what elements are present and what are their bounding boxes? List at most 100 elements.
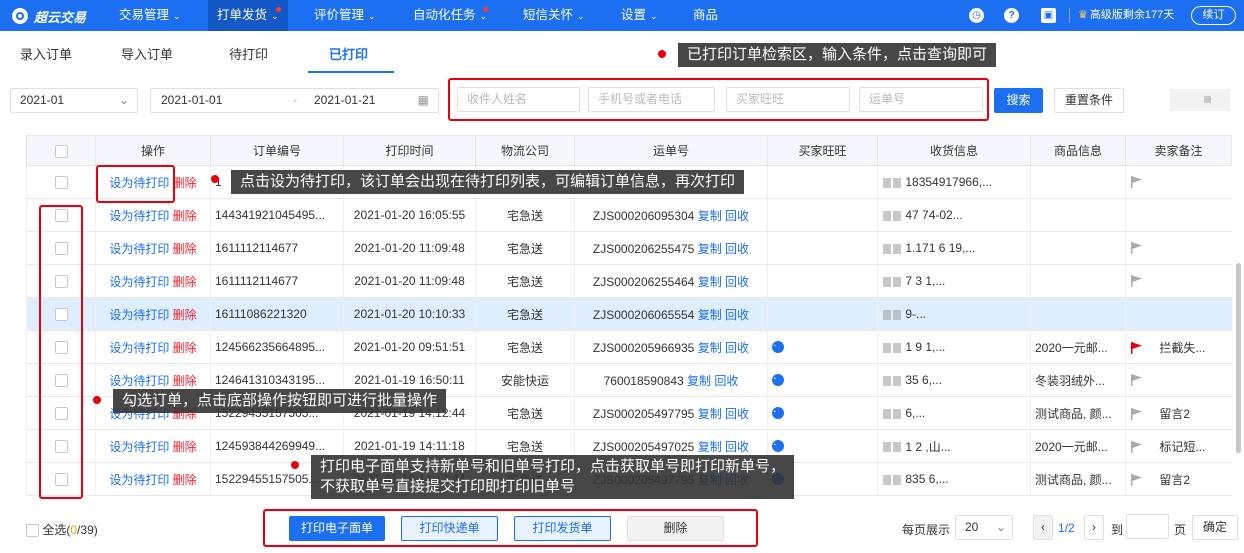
blurred-text	[883, 474, 891, 485]
recycle-link[interactable]: 回收	[725, 242, 749, 256]
wangwang-icon[interactable]: ◔	[772, 341, 784, 354]
seller-remark: 留言2	[1159, 472, 1191, 487]
tracking-number: ZJS000205966935	[592, 340, 695, 355]
copy-link[interactable]: 复制	[698, 242, 722, 256]
nav-item-label: 交易管理	[119, 8, 170, 22]
nav-item-settings[interactable]: 设置 ⌄	[621, 0, 658, 31]
delete-link[interactable]: 删除	[173, 275, 197, 289]
nav-item-goods[interactable]: 商品	[693, 0, 718, 31]
flag-icon[interactable]	[1130, 373, 1144, 387]
grid-icon[interactable]: ▣	[1041, 8, 1056, 23]
select-all-checkbox[interactable]	[54, 144, 68, 158]
set-pending-link[interactable]: 设为待打印	[109, 209, 169, 223]
set-pending-link[interactable]: 设为待打印	[109, 473, 169, 487]
table-row[interactable]: 设为待打印 删除 144341921045495... 2021-01-20 16:…	[26, 198, 1232, 232]
tab-pending-print[interactable]: 待打印	[229, 44, 268, 63]
row-checkbox[interactable]	[54, 176, 68, 190]
set-pending-link[interactable]: 设为待打印	[109, 341, 169, 355]
recycle-link[interactable]: 回收	[725, 407, 749, 421]
seller-remark: 留言2	[1159, 406, 1191, 421]
table-scrollbar[interactable]	[1236, 263, 1241, 453]
date-separator: -	[293, 93, 297, 107]
copy-link[interactable]: 复制	[698, 209, 722, 223]
date-range-picker[interactable]: 2021-01-01 - 2021-01-21 ▦	[150, 88, 439, 113]
copy-link[interactable]: 复制	[698, 440, 722, 454]
version-badge: ♛ 高级版剩余177天	[1078, 0, 1174, 31]
reset-button[interactable]: 重置条件	[1054, 88, 1124, 113]
copy-link[interactable]: 复制	[698, 275, 722, 289]
footer-select-all-checkbox[interactable]	[26, 524, 39, 538]
flag-icon[interactable]	[1130, 241, 1144, 255]
flag-icon[interactable]	[1130, 473, 1144, 487]
copy-link[interactable]: 复制	[698, 407, 722, 421]
table-row[interactable]: 设为待打印 删除 124566235664895... 2021-01-20 09:…	[26, 330, 1232, 364]
tracking-number: ZJS000205497025	[592, 439, 695, 454]
table-row[interactable]: 设为待打印 删除 1611112114677 2021-01-20 11:09:48…	[26, 264, 1232, 298]
flag-icon[interactable]	[1130, 440, 1144, 454]
buyer-wangwang: you18354917966	[788, 340, 878, 355]
delete-link[interactable]: 删除	[173, 308, 197, 322]
blurred-text	[893, 474, 901, 485]
next-page-button[interactable]: ›	[1084, 515, 1104, 540]
nav-item-sms[interactable]: 短信关怀 ⌄	[523, 0, 585, 31]
copy-link[interactable]: 复制	[687, 374, 711, 388]
delete-link[interactable]: 删除	[173, 176, 197, 190]
search-button[interactable]: 搜索	[994, 88, 1043, 113]
order-tabs: 录入订单 导入订单 待打印 已打印	[0, 31, 1244, 73]
flag-icon[interactable]	[1130, 274, 1144, 288]
tab-printed[interactable]: 已打印	[329, 44, 368, 63]
delete-link[interactable]: 删除	[173, 209, 197, 223]
nav-item-trade[interactable]: 交易管理 ⌄	[119, 0, 181, 31]
col-header-actions: 操作	[95, 135, 211, 166]
recycle-link[interactable]: 回收	[725, 341, 749, 355]
month-select[interactable]: 2021-01 ⌄	[10, 88, 138, 113]
recycle-link[interactable]: 回收	[725, 209, 749, 223]
help-icon[interactable]: ?	[1004, 8, 1019, 23]
goods-info: 冬装羽绒外...	[1030, 363, 1126, 397]
address-text: 835 6,...	[905, 472, 949, 486]
goto-confirm-button[interactable]: 确定	[1192, 515, 1238, 540]
nav-item-automation[interactable]: 自动化任务 ⌄	[413, 0, 487, 31]
seller-remark-cell: 标记短...	[1125, 429, 1232, 463]
wangwang-icon[interactable]: ◔	[772, 407, 784, 420]
table-row[interactable]: 设为待打印 删除 1611112114677 2021-01-20 11:09:48…	[26, 231, 1232, 265]
set-pending-link[interactable]: 设为待打印	[109, 275, 169, 289]
set-pending-link[interactable]: 设为待打印	[109, 440, 169, 454]
tracking-number: ZJS000206095304	[592, 208, 695, 223]
tab-import-order[interactable]: 导入订单	[121, 44, 173, 63]
copy-link[interactable]: 复制	[698, 308, 722, 322]
copy-link[interactable]: 复制	[698, 341, 722, 355]
flag-icon[interactable]	[1130, 341, 1144, 355]
recycle-link[interactable]: 回收	[725, 275, 749, 289]
goto-page-input[interactable]	[1126, 514, 1169, 539]
recycle-link[interactable]: 回收	[725, 440, 749, 454]
nav-item-review[interactable]: 评价管理 ⌄	[314, 0, 376, 31]
delete-link[interactable]: 删除	[173, 242, 197, 256]
seller-remark-cell	[1125, 363, 1232, 397]
wangwang-icon[interactable]: ◔	[772, 440, 784, 453]
nav-item-print-ship[interactable]: 打单发货 ⌄	[208, 0, 288, 31]
prev-page-button[interactable]: ‹	[1033, 515, 1053, 540]
wangwang-icon[interactable]: ◔	[772, 374, 784, 387]
recycle-link[interactable]: 回收	[714, 374, 738, 388]
page-size-select[interactable]: 20 ⌄	[955, 515, 1013, 540]
flag-icon[interactable]	[1130, 407, 1144, 421]
chevron-down-icon: ⌄	[118, 93, 129, 107]
set-pending-link[interactable]: 设为待打印	[109, 242, 169, 256]
select-all-area[interactable]: 全选(0/39)	[26, 521, 98, 538]
delete-link[interactable]: 删除	[173, 341, 197, 355]
set-pending-link[interactable]: 设为待打印	[109, 374, 169, 388]
delete-link[interactable]: 删除	[173, 440, 197, 454]
tab-enter-order[interactable]: 录入订单	[20, 44, 72, 63]
table-row[interactable]: 设为待打印 删除 16111086221320 2021-01-20 10:10:3…	[26, 297, 1232, 331]
flag-icon[interactable]	[1130, 175, 1144, 189]
app-logo[interactable]: 超云交易	[10, 6, 86, 26]
recycle-link[interactable]: 回收	[725, 308, 749, 322]
goods-info	[1030, 165, 1126, 199]
delete-link[interactable]: 删除	[173, 374, 197, 388]
renew-button[interactable]: 续订	[1191, 6, 1236, 25]
set-pending-link[interactable]: 设为待打印	[109, 308, 169, 322]
delete-link[interactable]: 删除	[173, 473, 197, 487]
clock-icon[interactable]: ◷	[969, 8, 984, 23]
address-cell: 35 6,...	[877, 363, 1031, 397]
